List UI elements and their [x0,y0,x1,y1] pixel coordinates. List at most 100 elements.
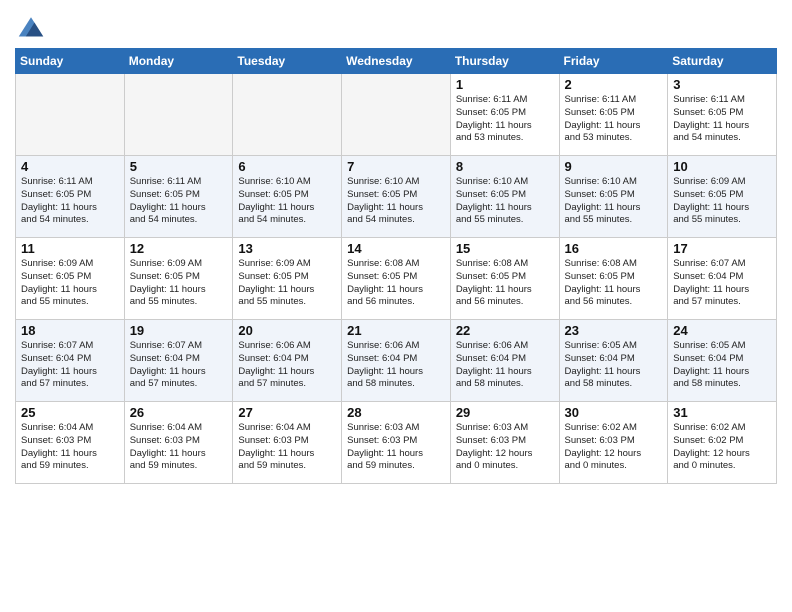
daylight-hours: Daylight: 11 hours [130,366,228,379]
daylight-hours: Daylight: 11 hours [347,448,445,461]
sunrise-text: Sunrise: 6:07 AM [130,340,228,353]
day-info: Sunrise: 6:04 AMSunset: 6:03 PMDaylight:… [130,422,228,473]
sunrise-text: Sunrise: 6:11 AM [456,94,554,107]
weekday-header-row: SundayMondayTuesdayWednesdayThursdayFrid… [16,49,777,74]
calendar-cell: 5Sunrise: 6:11 AMSunset: 6:05 PMDaylight… [124,156,233,238]
calendar-cell: 4 Sunrise: 6:11 AMSunset: 6:05 PMDaylight… [16,156,125,238]
calendar-cell: 23Sunrise: 6:05 AMSunset: 6:04 PMDayligh… [559,320,668,402]
daylight-hours: Daylight: 11 hours [238,448,336,461]
daylight-hours: Daylight: 11 hours [21,202,119,215]
daylight-minutes: and 54 minutes. [21,214,119,227]
daylight-minutes: and 53 minutes. [565,132,663,145]
daylight-minutes: and 0 minutes. [456,460,554,473]
calendar-cell: 13Sunrise: 6:09 AMSunset: 6:05 PMDayligh… [233,238,342,320]
daylight-hours: Daylight: 11 hours [565,284,663,297]
day-info: Sunrise: 6:07 AMSunset: 6:04 PMDaylight:… [21,340,119,391]
daylight-minutes: and 53 minutes. [456,132,554,145]
calendar-cell: 2 Sunrise: 6:11 AMSunset: 6:05 PMDaylight… [559,74,668,156]
daylight-minutes: and 56 minutes. [565,296,663,309]
calendar-cell: 11Sunrise: 6:09 AMSunset: 6:05 PMDayligh… [16,238,125,320]
day-info: Sunrise: 6:09 AMSunset: 6:05 PMDaylight:… [130,258,228,309]
calendar-cell: 8Sunrise: 6:10 AMSunset: 6:05 PMDaylight… [450,156,559,238]
day-number: 31 [673,405,771,420]
sunrise-text: Sunrise: 6:11 AM [21,176,119,189]
sunrise-text: Sunrise: 6:07 AM [673,258,771,271]
daylight-hours: Daylight: 11 hours [673,366,771,379]
daylight-hours: Daylight: 11 hours [130,284,228,297]
day-info: Sunrise: 6:09 AMSunset: 6:05 PMDaylight:… [21,258,119,309]
weekday-header-tuesday: Tuesday [233,49,342,74]
daylight-minutes: and 54 minutes. [130,214,228,227]
sunrise-text: Sunrise: 6:06 AM [238,340,336,353]
daylight-minutes: and 0 minutes. [565,460,663,473]
weekday-header-saturday: Saturday [668,49,777,74]
weekday-header-thursday: Thursday [450,49,559,74]
sunrise-text: Sunrise: 6:11 AM [130,176,228,189]
day-number: 9 [565,159,663,174]
daylight-hours: Daylight: 12 hours [565,448,663,461]
daylight-minutes: and 54 minutes. [347,214,445,227]
sunrise-text: Sunrise: 6:05 AM [565,340,663,353]
calendar-cell: 7 Sunrise: 6:10 AMSunset: 6:05 PMDaylight… [342,156,451,238]
day-info: Sunrise: 6:10 AMSunset: 6:05 PMDaylight:… [456,176,554,227]
day-info: Sunrise: 6:06 AMSunset: 6:04 PMDaylight:… [238,340,336,391]
daylight-hours: Daylight: 12 hours [673,448,771,461]
day-number: 15 [456,241,554,256]
daylight-minutes: and 0 minutes. [673,460,771,473]
daylight-hours: Daylight: 11 hours [456,366,554,379]
sunset-text: Sunset: 6:05 PM [565,271,663,284]
sunset-text: Sunset: 6:04 PM [21,353,119,366]
day-info: Sunrise: 6:07 AMSunset: 6:04 PMDaylight:… [673,258,771,309]
sunrise-text: Sunrise: 6:11 AM [673,94,771,107]
daylight-minutes: and 55 minutes. [456,214,554,227]
calendar-cell: 24Sunrise: 6:05 AMSunset: 6:04 PMDayligh… [668,320,777,402]
calendar-cell: 26Sunrise: 6:04 AMSunset: 6:03 PMDayligh… [124,402,233,484]
sunrise-text: Sunrise: 6:04 AM [21,422,119,435]
day-number: 4 [21,159,119,174]
daylight-hours: Daylight: 11 hours [347,284,445,297]
day-number: 10 [673,159,771,174]
day-number: 17 [673,241,771,256]
sunset-text: Sunset: 6:05 PM [21,189,119,202]
daylight-hours: Daylight: 11 hours [21,284,119,297]
day-number: 18 [21,323,119,338]
logo-icon [17,12,45,40]
daylight-hours: Daylight: 11 hours [456,284,554,297]
day-info: Sunrise: 6:06 AMSunset: 6:04 PMDaylight:… [456,340,554,391]
day-number: 28 [347,405,445,420]
daylight-minutes: and 55 minutes. [673,214,771,227]
calendar-cell [124,74,233,156]
sunset-text: Sunset: 6:05 PM [565,189,663,202]
daylight-hours: Daylight: 11 hours [130,202,228,215]
day-number: 7 [347,159,445,174]
sunrise-text: Sunrise: 6:09 AM [238,258,336,271]
day-info: Sunrise: 6:11 AMSunset: 6:05 PMDaylight:… [565,94,663,145]
day-number: 23 [565,323,663,338]
sunset-text: Sunset: 6:05 PM [565,107,663,120]
sunrise-text: Sunrise: 6:04 AM [238,422,336,435]
sunrise-text: Sunrise: 6:04 AM [130,422,228,435]
sunset-text: Sunset: 6:05 PM [238,189,336,202]
sunrise-text: Sunrise: 6:06 AM [456,340,554,353]
sunset-text: Sunset: 6:03 PM [347,435,445,448]
day-info: Sunrise: 6:08 AMSunset: 6:05 PMDaylight:… [347,258,445,309]
daylight-hours: Daylight: 11 hours [673,284,771,297]
weekday-header-monday: Monday [124,49,233,74]
sunrise-text: Sunrise: 6:09 AM [21,258,119,271]
sunset-text: Sunset: 6:05 PM [456,107,554,120]
daylight-hours: Daylight: 11 hours [565,366,663,379]
calendar-cell: 25Sunrise: 6:04 AMSunset: 6:03 PMDayligh… [16,402,125,484]
day-number: 1 [456,77,554,92]
day-info: Sunrise: 6:02 AMSunset: 6:03 PMDaylight:… [565,422,663,473]
day-number: 2 [565,77,663,92]
daylight-minutes: and 56 minutes. [456,296,554,309]
day-info: Sunrise: 6:10 AMSunset: 6:05 PMDaylight:… [238,176,336,227]
calendar-week-row: 11Sunrise: 6:09 AMSunset: 6:05 PMDayligh… [16,238,777,320]
sunrise-text: Sunrise: 6:03 AM [456,422,554,435]
calendar-cell: 22Sunrise: 6:06 AMSunset: 6:04 PMDayligh… [450,320,559,402]
calendar-cell: 30Sunrise: 6:02 AMSunset: 6:03 PMDayligh… [559,402,668,484]
sunrise-text: Sunrise: 6:02 AM [565,422,663,435]
sunset-text: Sunset: 6:04 PM [456,353,554,366]
day-number: 19 [130,323,228,338]
day-info: Sunrise: 6:10 AMSunset: 6:05 PMDaylight:… [347,176,445,227]
